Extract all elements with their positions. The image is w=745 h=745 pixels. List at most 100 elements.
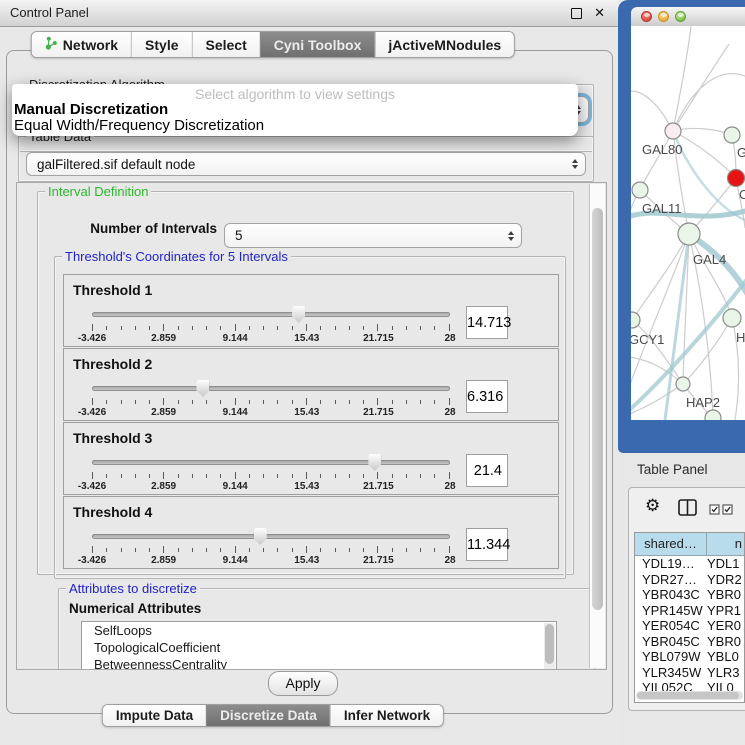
table-row[interactable]: YER054CYER0 bbox=[635, 618, 744, 634]
tab-jactivemnodules[interactable]: jActiveMNodules bbox=[374, 32, 514, 57]
table-cell: YBL0 bbox=[707, 649, 744, 665]
network-node-g[interactable] bbox=[724, 127, 740, 143]
table-horizontal-scrollbar[interactable] bbox=[636, 691, 743, 700]
attribute-items: SelfLoopsTopologicalCoefficientBetweenne… bbox=[82, 622, 556, 670]
threshold-slider[interactable]: -3.4262.8599.14415.4321.71528 bbox=[92, 451, 450, 493]
attributes-list-scrollbar[interactable] bbox=[544, 623, 555, 670]
stepper-arrows-icon bbox=[572, 159, 578, 169]
interval-group-title: Interval Definition bbox=[45, 184, 151, 199]
table-panel-title: Table Panel bbox=[637, 462, 708, 477]
network-node-h[interactable] bbox=[723, 309, 741, 327]
node-label: GAL4 bbox=[693, 252, 726, 267]
network-edge bbox=[640, 131, 673, 190]
slider-ticks bbox=[92, 398, 450, 405]
attribute-item[interactable]: BetweennessCentrality bbox=[82, 656, 556, 670]
network-view-window[interactable]: GAL80GCGAL11GAL4GCY1HHAP2 bbox=[618, 0, 745, 453]
table-rows: YDL19…YDL1YDR27…YDR2YBR043CYBR0YPR145WYP… bbox=[635, 556, 744, 696]
interval-definition-group: Interval Definition Number of Intervals … bbox=[37, 191, 574, 575]
table-row[interactable]: YLR345WYLR3 bbox=[635, 665, 744, 681]
threshold-label: Threshold 2 bbox=[73, 356, 152, 372]
settings-vertical-scrollbar[interactable] bbox=[589, 184, 605, 668]
tab-select[interactable]: Select bbox=[192, 32, 260, 57]
slider-track[interactable] bbox=[92, 312, 450, 317]
split-view-icon[interactable] bbox=[678, 499, 697, 521]
table-row[interactable]: YBR043CYBR0 bbox=[635, 587, 744, 603]
slider-thumb[interactable] bbox=[196, 380, 209, 397]
network-node-gal80[interactable] bbox=[665, 123, 681, 139]
gear-icon[interactable]: ⚙ bbox=[645, 496, 660, 516]
algorithm-option[interactable]: Equal Width/Frequency Discretization bbox=[12, 118, 578, 134]
tab-label: Infer Network bbox=[344, 708, 430, 723]
apply-button[interactable]: Apply bbox=[268, 671, 338, 696]
close-icon[interactable]: ✕ bbox=[594, 5, 605, 21]
node-label: GAL80 bbox=[642, 142, 682, 157]
algorithm-option[interactable]: Manual Discretization bbox=[12, 102, 578, 118]
tab-impute-data[interactable]: Impute Data bbox=[103, 705, 206, 726]
num-intervals-select[interactable]: 5 bbox=[224, 223, 522, 248]
threshold-value-field[interactable]: 6.316 bbox=[466, 380, 508, 413]
table-row[interactable]: YBL079WYBL0 bbox=[635, 649, 744, 665]
tab-cyni-toolbox[interactable]: Cyni Toolbox bbox=[260, 32, 375, 57]
network-node[interactable] bbox=[705, 410, 721, 420]
checkbox-icon[interactable] bbox=[709, 502, 720, 520]
slider-track[interactable] bbox=[92, 534, 450, 539]
node-label: GCY1 bbox=[631, 332, 664, 347]
tab-label: jActiveMNodules bbox=[388, 37, 501, 53]
minimize-light-icon[interactable] bbox=[658, 11, 669, 22]
tab-style[interactable]: Style bbox=[131, 32, 191, 57]
table-cell: YPR145W bbox=[635, 603, 707, 619]
table-row[interactable]: YDL19…YDL1 bbox=[635, 556, 744, 572]
threshold-value-field[interactable]: 21.4 bbox=[466, 454, 508, 487]
network-node-c[interactable] bbox=[728, 170, 745, 187]
threshold-value-field[interactable]: 11.344 bbox=[466, 528, 508, 561]
node-label: HAP2 bbox=[686, 395, 720, 410]
tab-discretize-data[interactable]: Discretize Data bbox=[206, 705, 330, 726]
algorithm-popup-hint: Select algorithm to view settings bbox=[12, 87, 578, 102]
table-row[interactable]: YDR27…YDR2 bbox=[635, 572, 744, 588]
tab-label: Discretize Data bbox=[220, 708, 317, 723]
table-cell: YLR345W bbox=[635, 665, 707, 681]
tab-label: Style bbox=[145, 37, 178, 53]
table-cell: YDR2 bbox=[707, 572, 744, 588]
network-canvas[interactable]: GAL80GCGAL11GAL4GCY1HHAP2 bbox=[631, 26, 745, 420]
table-panel: Table Panel ⚙ shared… n YDL19…YDL1YDR27…… bbox=[618, 453, 745, 745]
column-header-name[interactable]: n bbox=[707, 533, 744, 555]
table-data-select[interactable]: galFiltered.sif default node bbox=[26, 152, 586, 176]
network-edge bbox=[631, 91, 673, 131]
slider-ticks bbox=[92, 324, 450, 331]
node-table[interactable]: shared… n YDL19…YDL1YDR27…YDR2YBR043CYBR… bbox=[634, 532, 745, 703]
numerical-attributes-list[interactable]: SelfLoopsTopologicalCoefficientBetweenne… bbox=[81, 621, 557, 670]
network-node-gal4[interactable] bbox=[678, 223, 700, 245]
slider-thumb[interactable] bbox=[368, 454, 381, 471]
table-row[interactable]: YPR145WYPR1 bbox=[635, 603, 744, 619]
slider-thumb[interactable] bbox=[292, 306, 305, 323]
table-cell: YLR3 bbox=[707, 665, 744, 681]
stepper-arrows-icon bbox=[508, 231, 514, 241]
column-header-shared-name[interactable]: shared… bbox=[635, 533, 707, 555]
threshold-slider[interactable]: -3.4262.8599.14415.4321.71528 bbox=[92, 303, 450, 345]
table-row[interactable]: YBR045CYBR0 bbox=[635, 634, 744, 650]
threshold-slider[interactable]: -3.4262.8599.14415.4321.71528 bbox=[92, 525, 450, 567]
thresholds-group: Threshold's Coordinates for 5 Intervals … bbox=[54, 256, 566, 579]
slider-track[interactable] bbox=[92, 460, 450, 465]
network-node-hap2[interactable] bbox=[676, 377, 690, 391]
window-title: Control Panel bbox=[10, 0, 89, 26]
attribute-item[interactable]: TopologicalCoefficient bbox=[82, 639, 556, 656]
attribute-item[interactable]: SelfLoops bbox=[82, 622, 556, 639]
float-icon[interactable] bbox=[571, 8, 582, 19]
network-node-gal11[interactable] bbox=[632, 182, 648, 198]
network-edge bbox=[673, 74, 745, 131]
tab-label: Cyni Toolbox bbox=[274, 37, 362, 53]
threshold-panel: Threshold 3 -3.4262.8599.14415.4321.7152… bbox=[63, 422, 559, 495]
tab-network[interactable]: Network bbox=[32, 32, 131, 57]
checkbox-icon[interactable] bbox=[722, 502, 733, 520]
slider-track[interactable] bbox=[92, 386, 450, 391]
tab-infer-network[interactable]: Infer Network bbox=[330, 705, 443, 726]
network-edge bbox=[673, 128, 732, 135]
zoom-light-icon[interactable] bbox=[675, 11, 686, 22]
threshold-value-field[interactable]: 14.713 bbox=[466, 306, 508, 339]
network-icon bbox=[45, 36, 58, 53]
close-light-icon[interactable] bbox=[641, 11, 652, 22]
threshold-slider[interactable]: -3.4262.8599.14415.4321.71528 bbox=[92, 377, 450, 419]
slider-thumb[interactable] bbox=[254, 528, 267, 545]
